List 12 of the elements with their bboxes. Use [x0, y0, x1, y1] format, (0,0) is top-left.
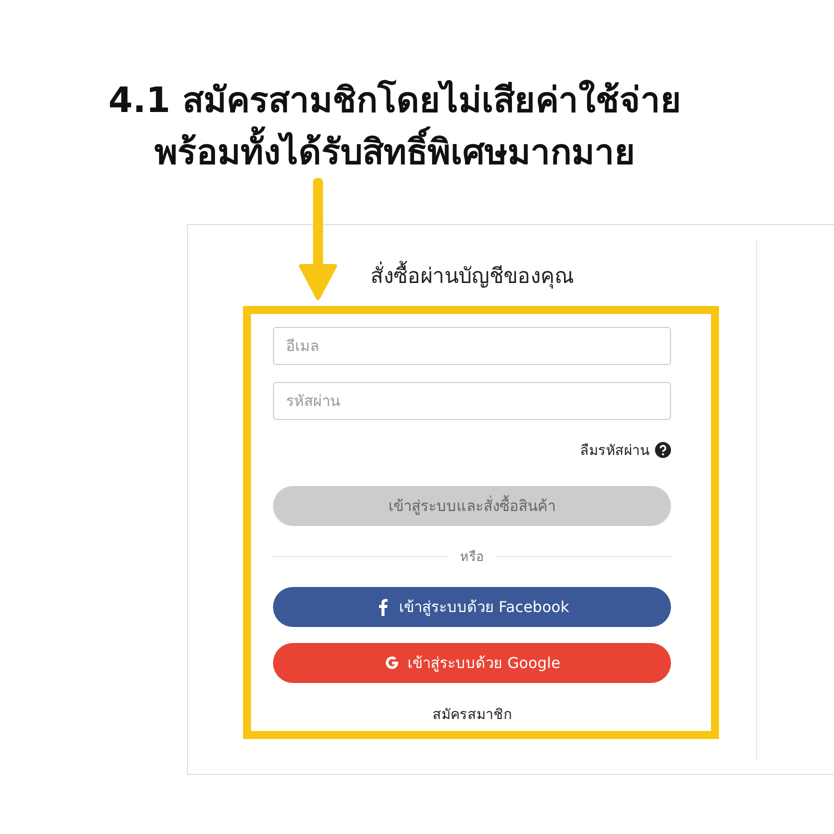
facebook-login-button[interactable]: เข้าสู่ระบบด้วย Facebook: [273, 587, 671, 627]
email-field[interactable]: อีเมล: [273, 327, 671, 365]
password-field[interactable]: รหัสผ่าน: [273, 382, 671, 420]
annotation-text: 4.1 สมัครสามชิกโดยไม่เสียค่าใช้จ่าย: [108, 78, 682, 123]
forgot-password-link[interactable]: ลืมรหัสผ่าน: [580, 439, 650, 461]
google-login-button[interactable]: เข้าสู่ระบบด้วย Google: [273, 643, 671, 683]
google-icon: [384, 654, 400, 672]
annotation-text: พร้อมทั้งได้รับสิทธิ์พิเศษมากมาย: [154, 128, 636, 180]
register-link[interactable]: สมัครสมาชิก: [432, 703, 512, 725]
form-title: สั่งซื้อผ่านบัญชีของคุณ: [370, 259, 574, 292]
help-icon: [655, 442, 671, 458]
divider-text: หรือ: [460, 549, 484, 567]
